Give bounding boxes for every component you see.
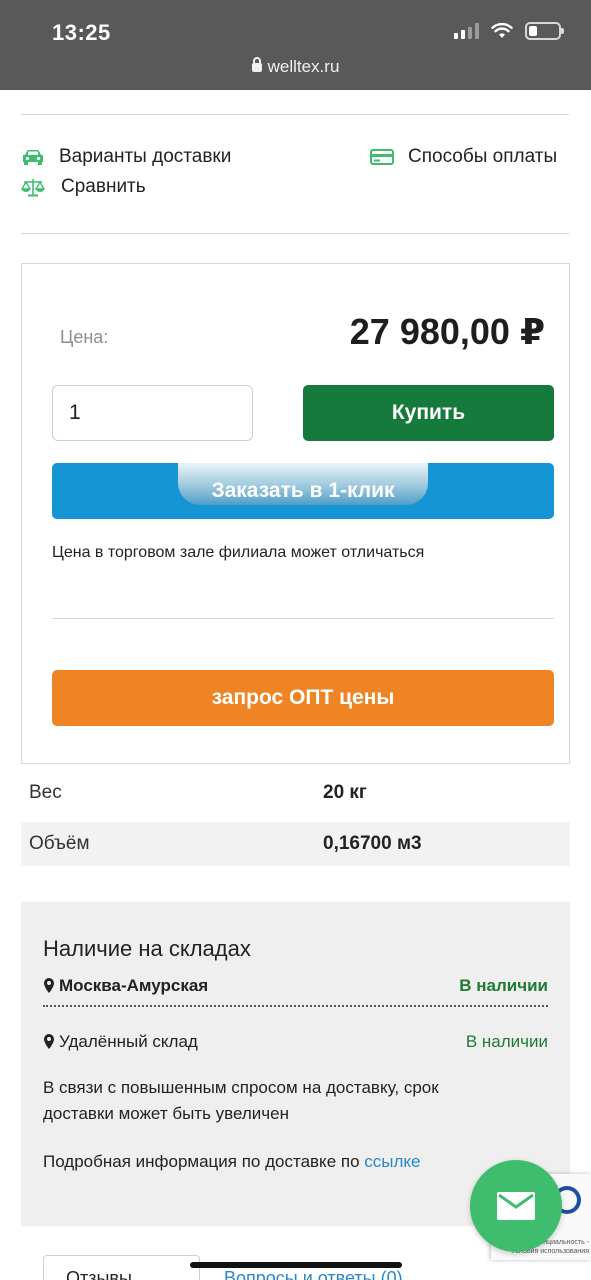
delivery-notice: В связи с повышенным спросом на доставку… bbox=[43, 1078, 439, 1123]
warehouse-name: Удалённый склад bbox=[59, 1032, 198, 1051]
status-icons bbox=[454, 22, 564, 40]
map-pin-icon bbox=[44, 1034, 54, 1049]
one-click-order-label: Заказать в 1-клик bbox=[211, 479, 395, 502]
tab-reviews-label: Отзывы bbox=[66, 1268, 132, 1280]
price-note: Цена в торговом зале филиала может отлич… bbox=[52, 544, 425, 561]
delivery-info-link[interactable]: ссылке bbox=[364, 1152, 420, 1171]
scales-icon bbox=[21, 177, 45, 197]
purchase-card: Цена: 27 980,00 ₽ Купить Заказать в 1-кл… bbox=[21, 263, 570, 764]
stock-title: Наличие на складах bbox=[43, 936, 251, 961]
credit-card-icon bbox=[370, 147, 394, 167]
envelope-icon bbox=[497, 1192, 535, 1220]
quantity-input[interactable] bbox=[52, 385, 253, 441]
warehouse-status: В наличии bbox=[465, 1032, 548, 1051]
buy-button[interactable]: Купить bbox=[303, 385, 554, 441]
spec-row-volume: Объём 0,16700 м3 bbox=[21, 822, 570, 866]
address-bar[interactable]: welltex.ru bbox=[0, 57, 591, 77]
divider bbox=[52, 618, 554, 619]
price-value: 27 980,00 ₽ bbox=[349, 311, 545, 352]
warehouse-name: Москва-Амурская bbox=[59, 976, 209, 995]
compare-label: Сравнить bbox=[61, 176, 146, 197]
map-pin-icon bbox=[44, 978, 54, 993]
delivery-info: Подробная информация по доставке по ссыл… bbox=[43, 1149, 548, 1175]
delivery-options-link[interactable]: Варианты доставки bbox=[21, 146, 231, 168]
spec-key: Вес bbox=[29, 782, 62, 803]
feedback-mail-button[interactable] bbox=[470, 1160, 562, 1252]
one-click-order-button[interactable]: Заказать в 1-клик bbox=[52, 463, 554, 519]
spec-value: 20 кг bbox=[323, 782, 367, 803]
battery-icon bbox=[525, 22, 564, 40]
status-bar: 13:25 welltex.ru bbox=[0, 0, 591, 90]
delivery-info-text: Подробная информация по доставке по bbox=[43, 1152, 365, 1171]
wifi-icon bbox=[491, 23, 513, 38]
divider bbox=[21, 233, 569, 234]
payment-methods-label: Способы оплаты bbox=[408, 146, 558, 167]
wholesale-price-request-button[interactable]: запрос ОПТ цены bbox=[52, 670, 554, 726]
compare-link[interactable]: Сравнить bbox=[21, 176, 146, 198]
spec-key: Объём bbox=[29, 833, 90, 854]
delivery-options-label: Варианты доставки bbox=[59, 146, 232, 167]
status-time: 13:25 bbox=[52, 20, 111, 45]
spec-row-weight: Вес 20 кг bbox=[21, 771, 570, 815]
payment-methods-link[interactable]: Способы оплаты bbox=[370, 146, 557, 168]
url-text: welltex.ru bbox=[267, 57, 340, 76]
divider bbox=[21, 114, 569, 115]
lock-icon bbox=[251, 57, 262, 72]
price-label: Цена: bbox=[60, 327, 109, 347]
divider bbox=[43, 1005, 548, 1007]
spec-value: 0,16700 м3 bbox=[323, 833, 422, 854]
car-icon bbox=[21, 147, 45, 167]
tab-questions[interactable]: Вопросы и ответы (0) bbox=[224, 1268, 403, 1280]
tab-reviews[interactable]: Отзывы bbox=[43, 1255, 200, 1280]
warehouse-status: В наличии bbox=[459, 976, 548, 995]
home-indicator[interactable] bbox=[190, 1262, 402, 1268]
signal-icon bbox=[454, 23, 479, 39]
